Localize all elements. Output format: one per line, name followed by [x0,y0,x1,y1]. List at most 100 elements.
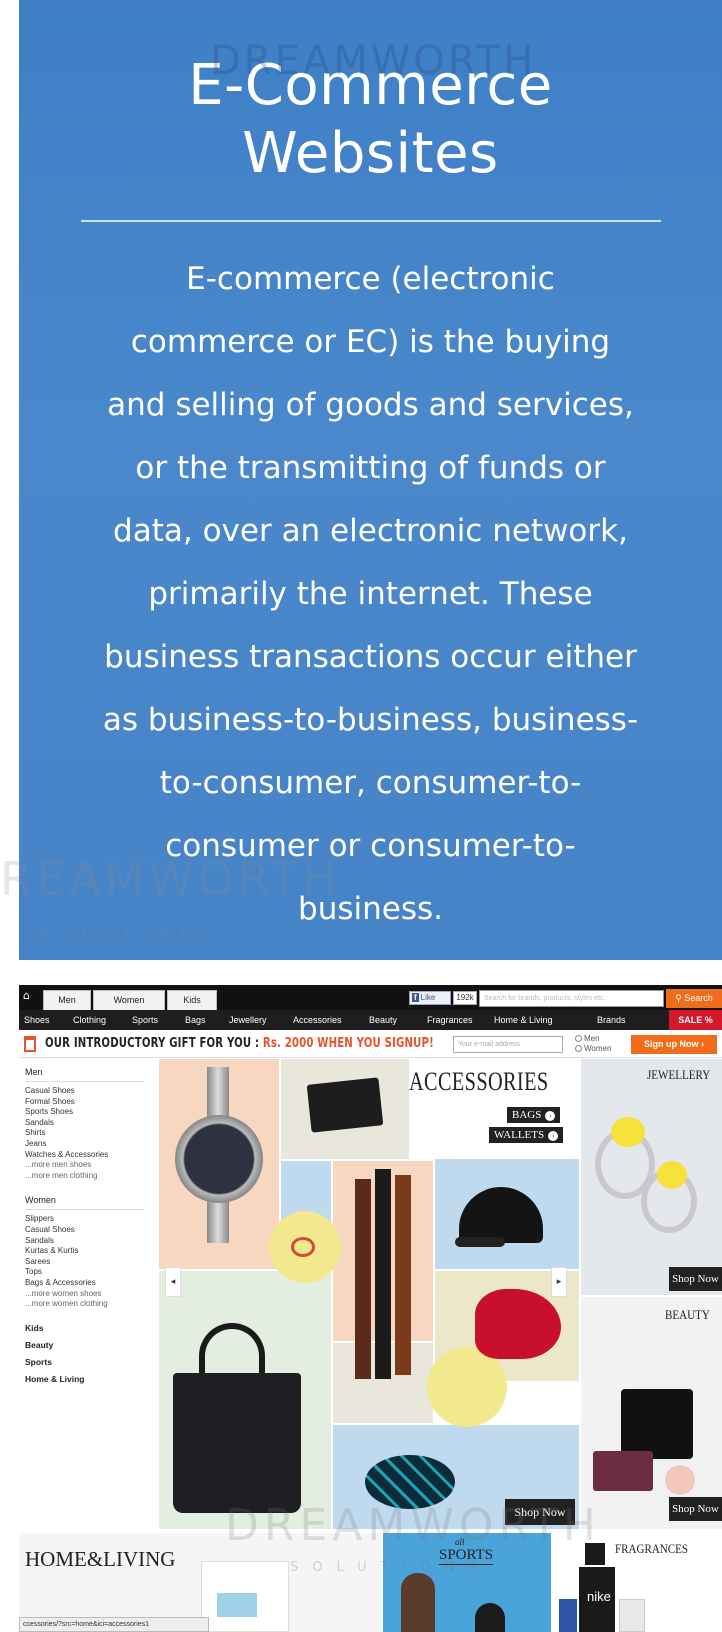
jewellery-shop-now-button[interactable]: Shop Now [669,1267,722,1291]
sidebar-more-link[interactable]: ...more women shoes [25,1289,157,1300]
bags-link[interactable]: BAGS › [507,1107,561,1123]
sidebar-item[interactable]: Casual Shoes [25,1225,157,1236]
hero-line: and selling of goods and services, [107,387,634,423]
facebook-like-button[interactable]: f Like [409,991,451,1005]
radio-women[interactable]: Women [575,1044,611,1053]
sidebar-item[interactable]: Casual Shoes [25,1086,157,1097]
jewellery-title: JEWELLERY [647,1067,711,1082]
nav-brands[interactable]: Brands [597,1010,626,1030]
shop-now-button[interactable]: Shop Now [505,1499,575,1525]
sidebar-heading-women: Women [25,1195,145,1211]
accessories-title: ACCESSORIES [409,1067,549,1096]
sidebar-item[interactable]: Jeans [25,1139,157,1150]
nav-bags[interactable]: Bags [185,1010,206,1030]
gem-image [611,1117,645,1147]
nav-shoes[interactable]: Shoes [24,1010,50,1030]
home-icon[interactable]: ⌂ [23,990,35,1002]
hero-line: as business-to-business, business- [102,702,639,738]
nav-sports[interactable]: Sports [132,1010,158,1030]
tab-kids[interactable]: Kids [167,990,217,1010]
wallets-link-label: WALLETS [494,1129,545,1141]
category-sidebar: Men Casual Shoes Formal Shoes Sports Sho… [19,1059,157,1529]
promo-prefix: OUR INTRODUCTORY GIFT FOR YOU : [45,1036,263,1051]
beauty-shop-now-button[interactable]: Shop Now [669,1497,722,1521]
chevron-right-icon: › [545,1111,556,1121]
tab-men[interactable]: Men [43,990,91,1010]
sidebar-category[interactable]: Beauty [25,1337,157,1354]
fb-like-count: 192k [453,991,477,1005]
wallet-image [306,1077,384,1133]
sidebar-item[interactable]: Sports Shoes [25,1107,157,1118]
chevron-right-icon: › [548,1131,559,1141]
nav-jewellery[interactable]: Jewellery [229,1010,267,1030]
chevron-left-icon: ◂ [170,1277,176,1287]
hero-title: E-Commerce Websites [19,52,722,188]
athlete-image [475,1603,505,1632]
hero-line: to-consumer, consumer-to- [159,765,582,801]
hero-line: business. [298,891,443,927]
sidebar-item[interactable]: Slippers [25,1214,157,1225]
perfume-box-image [619,1599,645,1632]
hero-line: data, over an electronic network, [113,513,628,549]
nav-beauty[interactable]: Beauty [369,1010,397,1030]
carousel-next-button[interactable]: ▸ [551,1267,567,1297]
category-nav: Shoes Clothing Sports Bags Jewellery Acc… [19,1010,722,1030]
sidebar-category[interactable]: Kids [25,1320,157,1337]
bags-link-label: BAGS [512,1109,542,1121]
tab-women[interactable]: Women [93,990,165,1010]
search-button-label: Search [684,993,713,1003]
nav-home-living[interactable]: Home & Living [494,1010,553,1030]
gift-icon [24,1036,36,1052]
sidebar-item[interactable]: Shirts [25,1128,157,1139]
accessories-banner[interactable]: ACCESSORIES BAGS › WALLETS › ◂ ▸ Shop Now [159,1059,579,1529]
top-bar: ⌂ Men Women Kids f Like 192k Search for b… [19,985,722,1010]
sidebar-more-link[interactable]: ...more men shoes [25,1160,157,1171]
sidebar-item[interactable]: Tops [25,1267,157,1278]
right-promo-column: JEWELLERY Shop Now BEAUTY Shop Now [581,1059,722,1529]
signup-button[interactable]: Sign up Now › [631,1035,717,1054]
hero-line: or the transmitting of funds or [135,450,606,486]
radio-men-label: Men [584,1034,600,1043]
belt-image [355,1179,371,1379]
wallets-link[interactable]: WALLETS › [489,1127,564,1143]
sidebar-item[interactable]: Sandals [25,1236,157,1247]
sidebar-item[interactable]: Watches & Accessories [25,1150,157,1161]
nav-sale[interactable]: SALE % [669,1010,722,1030]
bag-image [173,1373,301,1513]
hero-line: commerce or EC) is the buying [130,324,611,360]
bottom-promo-row: HOME&LIVING all SPORTS FRAGRANCES nike c… [19,1533,722,1632]
hero-divider [81,220,661,222]
makeup-case-image [621,1389,693,1459]
radio-men[interactable]: Men [575,1034,600,1043]
home-living-image [217,1593,257,1617]
search-input[interactable]: Search for brands, products, styles etc. [479,990,664,1007]
hero-line: E-commerce (electronic [186,261,555,297]
sidebar-item[interactable]: Kurtas & Kurtis [25,1246,157,1257]
carousel-prev-button[interactable]: ◂ [165,1267,181,1297]
makeup-palette-image [593,1451,653,1491]
search-button[interactable]: ⚲ Search [666,989,722,1008]
nav-accessories[interactable]: Accessories [293,1010,342,1030]
email-field[interactable]: Your e-mail address [453,1036,563,1053]
sidebar-more-link[interactable]: ...more men clothing [25,1171,157,1182]
sidebar-category[interactable]: Sports [25,1354,157,1371]
facebook-icon: f [412,993,419,1002]
sidebar-item[interactable]: Formal Shoes [25,1097,157,1108]
sidebar-item[interactable]: Bags & Accessories [25,1278,157,1289]
nav-clothing[interactable]: Clothing [73,1010,106,1030]
beauty-title: BEAUTY [665,1307,710,1322]
sidebar-item[interactable]: Sarees [25,1257,157,1268]
nav-fragrances[interactable]: Fragrances [427,1010,473,1030]
belt-image [375,1169,391,1379]
promo-highlight: Rs. 2000 WHEN YOU SIGNUP! [262,1036,434,1051]
sidebar-item[interactable]: Sandals [25,1118,157,1129]
radio-women-label: Women [584,1044,612,1053]
sports-all-label: all [455,1537,465,1547]
hero-line: primarily the internet. These [148,576,593,612]
watch-image [175,1115,263,1203]
radio-circle-icon [575,1045,582,1052]
sidebar-category[interactable]: Home & Living [25,1371,157,1388]
perfume-box-image [559,1599,577,1632]
search-icon: ⚲ [675,993,685,1003]
sidebar-more-link[interactable]: ...more women clothing [25,1299,157,1310]
